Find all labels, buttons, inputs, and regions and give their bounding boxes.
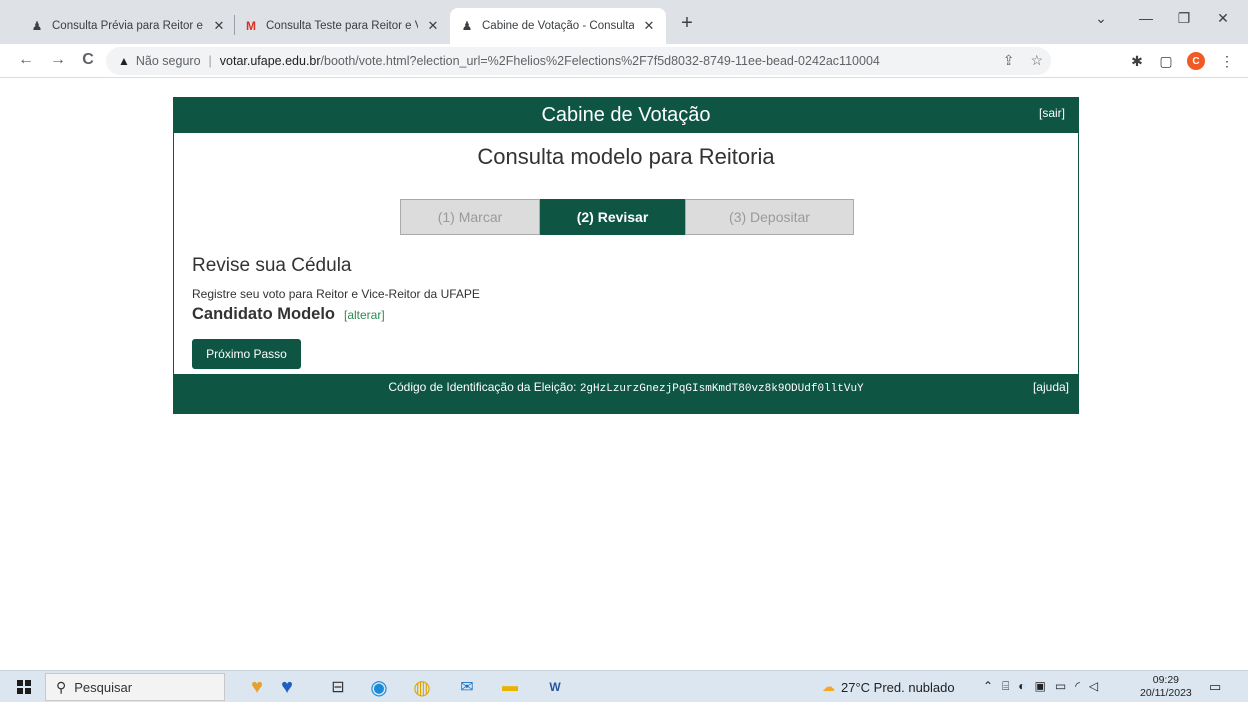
heart-widget-icon[interactable]: ♥	[246, 676, 268, 698]
heart-widget-icon[interactable]: ♥	[276, 676, 298, 698]
task-view-icon[interactable]: ⊟	[327, 676, 349, 698]
chrome-menu-icon[interactable]: ⋮	[1218, 52, 1236, 70]
change-answer-link[interactable]: [alterar]	[344, 308, 385, 322]
search-placeholder: Pesquisar	[74, 679, 133, 695]
bookmark-star-icon[interactable]: ☆	[1030, 52, 1043, 69]
reload-button[interactable]: C	[78, 50, 98, 70]
edge-browser-icon[interactable]: ◉	[368, 676, 390, 699]
weather-widget[interactable]: ☁ 27°C Pred. nublado	[822, 679, 955, 695]
weather-text: 27°C Pred. nublado	[841, 679, 955, 695]
tab-search-dropdown-icon[interactable]: ⌄	[1086, 8, 1116, 28]
logout-link[interactable]: [sair]	[1039, 98, 1065, 129]
voting-booth: Cabine de Votação [sair] Consulta modelo…	[173, 97, 1079, 414]
weather-cloud-icon: ☁	[822, 679, 835, 694]
extensions-puzzle-icon[interactable]: ✱	[1128, 52, 1146, 70]
tab-title: Consulta Prévia para Reitor e Vic	[52, 20, 204, 32]
search-icon: ⚲	[56, 678, 67, 695]
fingerprint-label: Código de Identificação da Eleição:	[388, 380, 577, 394]
battery-icon[interactable]: ▭	[1055, 679, 1066, 694]
address-separator: |	[208, 54, 212, 68]
gmail-icon: M	[246, 19, 256, 33]
word-icon[interactable]: W	[544, 676, 566, 698]
url-path: /booth/vote.html?election_url=%2Fhelios%…	[320, 54, 880, 68]
step-deposit: (3) Depositar	[685, 199, 854, 235]
new-tab-button[interactable]: +	[676, 12, 698, 34]
browser-toolbar: ← → C ▲ Não seguro | votar.ufape.edu.br …	[0, 44, 1248, 78]
minimize-button[interactable]: —	[1131, 8, 1161, 28]
candidate-name: Candidato Modelo	[192, 305, 335, 323]
election-name: Consulta modelo para Reitoria	[477, 144, 775, 169]
booth-footer: Código de Identificação da Eleição: 2gHz…	[174, 374, 1078, 413]
fingerprint-code: 2gHzLzurzGnezjPqGIsmKmdT80vz8k9ODUdf0llt…	[579, 383, 864, 395]
meet-icon[interactable]: ⌸	[1002, 679, 1009, 694]
question-text: Registre seu voto para Reitor e Vice-Rei…	[192, 287, 480, 301]
clock-time: 09:29	[1152, 674, 1180, 686]
mail-icon[interactable]: ✉	[456, 676, 478, 698]
tab-close-icon[interactable]: ✕	[426, 18, 440, 34]
profile-avatar[interactable]: C	[1187, 52, 1205, 70]
tab-consulta-previa[interactable]: ♟ Consulta Prévia para Reitor e Vic ✕	[20, 8, 236, 44]
volume-icon[interactable]: ◁	[1089, 679, 1098, 694]
wifi-icon[interactable]: ◜	[1075, 679, 1080, 694]
tab-cabine-votacao[interactable]: ♟ Cabine de Votação - Consulta m ✕	[450, 8, 666, 44]
forward-button[interactable]: →	[48, 50, 68, 70]
tab-close-icon[interactable]: ✕	[212, 18, 226, 34]
address-bar[interactable]: ▲ Não seguro | votar.ufape.edu.br /booth…	[106, 47, 1051, 75]
clock-date: 20/11/2023	[1140, 687, 1192, 699]
side-panel-icon[interactable]: ▢	[1157, 52, 1175, 70]
helios-favicon-icon: ♟	[461, 19, 473, 33]
taskbar-search[interactable]: ⚲ Pesquisar	[45, 673, 225, 701]
notification-icon[interactable]: ▭	[1209, 679, 1221, 695]
election-fingerprint: Código de Identificação da Eleição: 2gHz…	[174, 374, 1078, 402]
network-status-icon[interactable]: ◐	[1018, 679, 1025, 694]
browser-tab-bar: ♟ Consulta Prévia para Reitor e Vic ✕ M …	[0, 0, 1248, 44]
tab-title: Cabine de Votação - Consulta m	[482, 20, 634, 32]
warning-icon[interactable]: ▲	[118, 54, 130, 68]
back-button[interactable]: ←	[16, 50, 36, 70]
file-explorer-icon[interactable]: ▬	[499, 676, 521, 698]
close-window-button[interactable]: ✕	[1208, 8, 1238, 28]
tab-close-icon[interactable]: ✕	[642, 18, 656, 34]
restore-button[interactable]: ❐	[1169, 8, 1199, 28]
app-tray-icon[interactable]: ▣	[1035, 679, 1046, 694]
windows-taskbar: ⚲ Pesquisar ♥ ♥ ⊟ ◉ ◍ ✉ ▬ W ☁ 27°C Pred.…	[0, 670, 1248, 702]
help-link[interactable]: [ajuda]	[1033, 374, 1069, 400]
url-host: votar.ufape.edu.br	[219, 54, 321, 68]
booth-title: Cabine de Votação	[541, 104, 711, 126]
system-tray: ⌃ ⌸ ◐ ▣ ▭ ◜ ◁	[983, 679, 1098, 694]
tab-consulta-teste[interactable]: M Consulta Teste para Reitor e Vice ✕	[234, 8, 450, 44]
review-heading: Revise sua Cédula	[192, 255, 352, 276]
windows-start-icon[interactable]	[17, 680, 31, 694]
tray-chevron-icon[interactable]: ⌃	[983, 679, 993, 694]
selected-answer: Candidato Modelo [alterar]	[192, 305, 385, 324]
step-mark: (1) Marcar	[400, 199, 540, 235]
tab-title: Consulta Teste para Reitor e Vice	[266, 20, 418, 32]
next-step-button[interactable]: Próximo Passo	[192, 339, 301, 369]
system-clock[interactable]: 09:29 20/11/2023	[1140, 674, 1192, 700]
helios-favicon-icon: ♟	[31, 19, 43, 33]
share-icon[interactable]: ⇪	[1003, 52, 1015, 69]
chrome-browser-icon[interactable]: ◍	[411, 676, 433, 699]
progress-steps: (1) Marcar (2) Revisar (3) Depositar	[400, 199, 854, 235]
security-label[interactable]: Não seguro	[136, 54, 201, 68]
step-review: (2) Revisar	[540, 199, 685, 235]
booth-header: Cabine de Votação [sair]	[174, 98, 1078, 133]
